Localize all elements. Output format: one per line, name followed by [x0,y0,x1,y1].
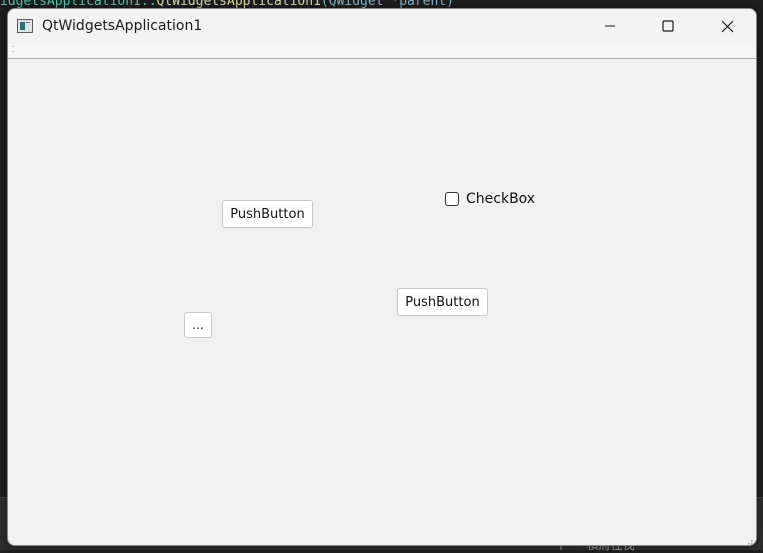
push-button-2[interactable]: PushButton [397,288,488,316]
checkbox[interactable]: CheckBox [445,189,535,209]
push-button-1[interactable]: PushButton [222,200,313,228]
minimize-button[interactable] [581,9,639,43]
background-editor-strip [0,60,7,500]
title-bar[interactable]: QtWidgetsApplication1 [8,9,756,45]
minimize-icon [604,20,616,32]
maximize-icon [662,20,674,32]
window-title: QtWidgetsApplication1 [42,18,203,34]
maximize-button[interactable] [639,9,697,43]
tool-button[interactable]: ... [184,312,212,338]
central-widget: PushButton CheckBox PushButton ... [8,59,756,545]
checkbox-indicator[interactable] [445,192,459,206]
close-button[interactable] [698,9,756,43]
app-window: QtWidgetsApplication1 ⁚ PushButton Check… [7,8,757,546]
app-window-icon [17,19,33,33]
close-icon [721,20,734,33]
checkbox-label[interactable]: CheckBox [466,191,535,207]
menubar-grip-icon: ⁚ [12,45,15,54]
menu-bar[interactable]: ⁚ [8,45,756,58]
size-grip-icon[interactable] [743,533,753,545]
